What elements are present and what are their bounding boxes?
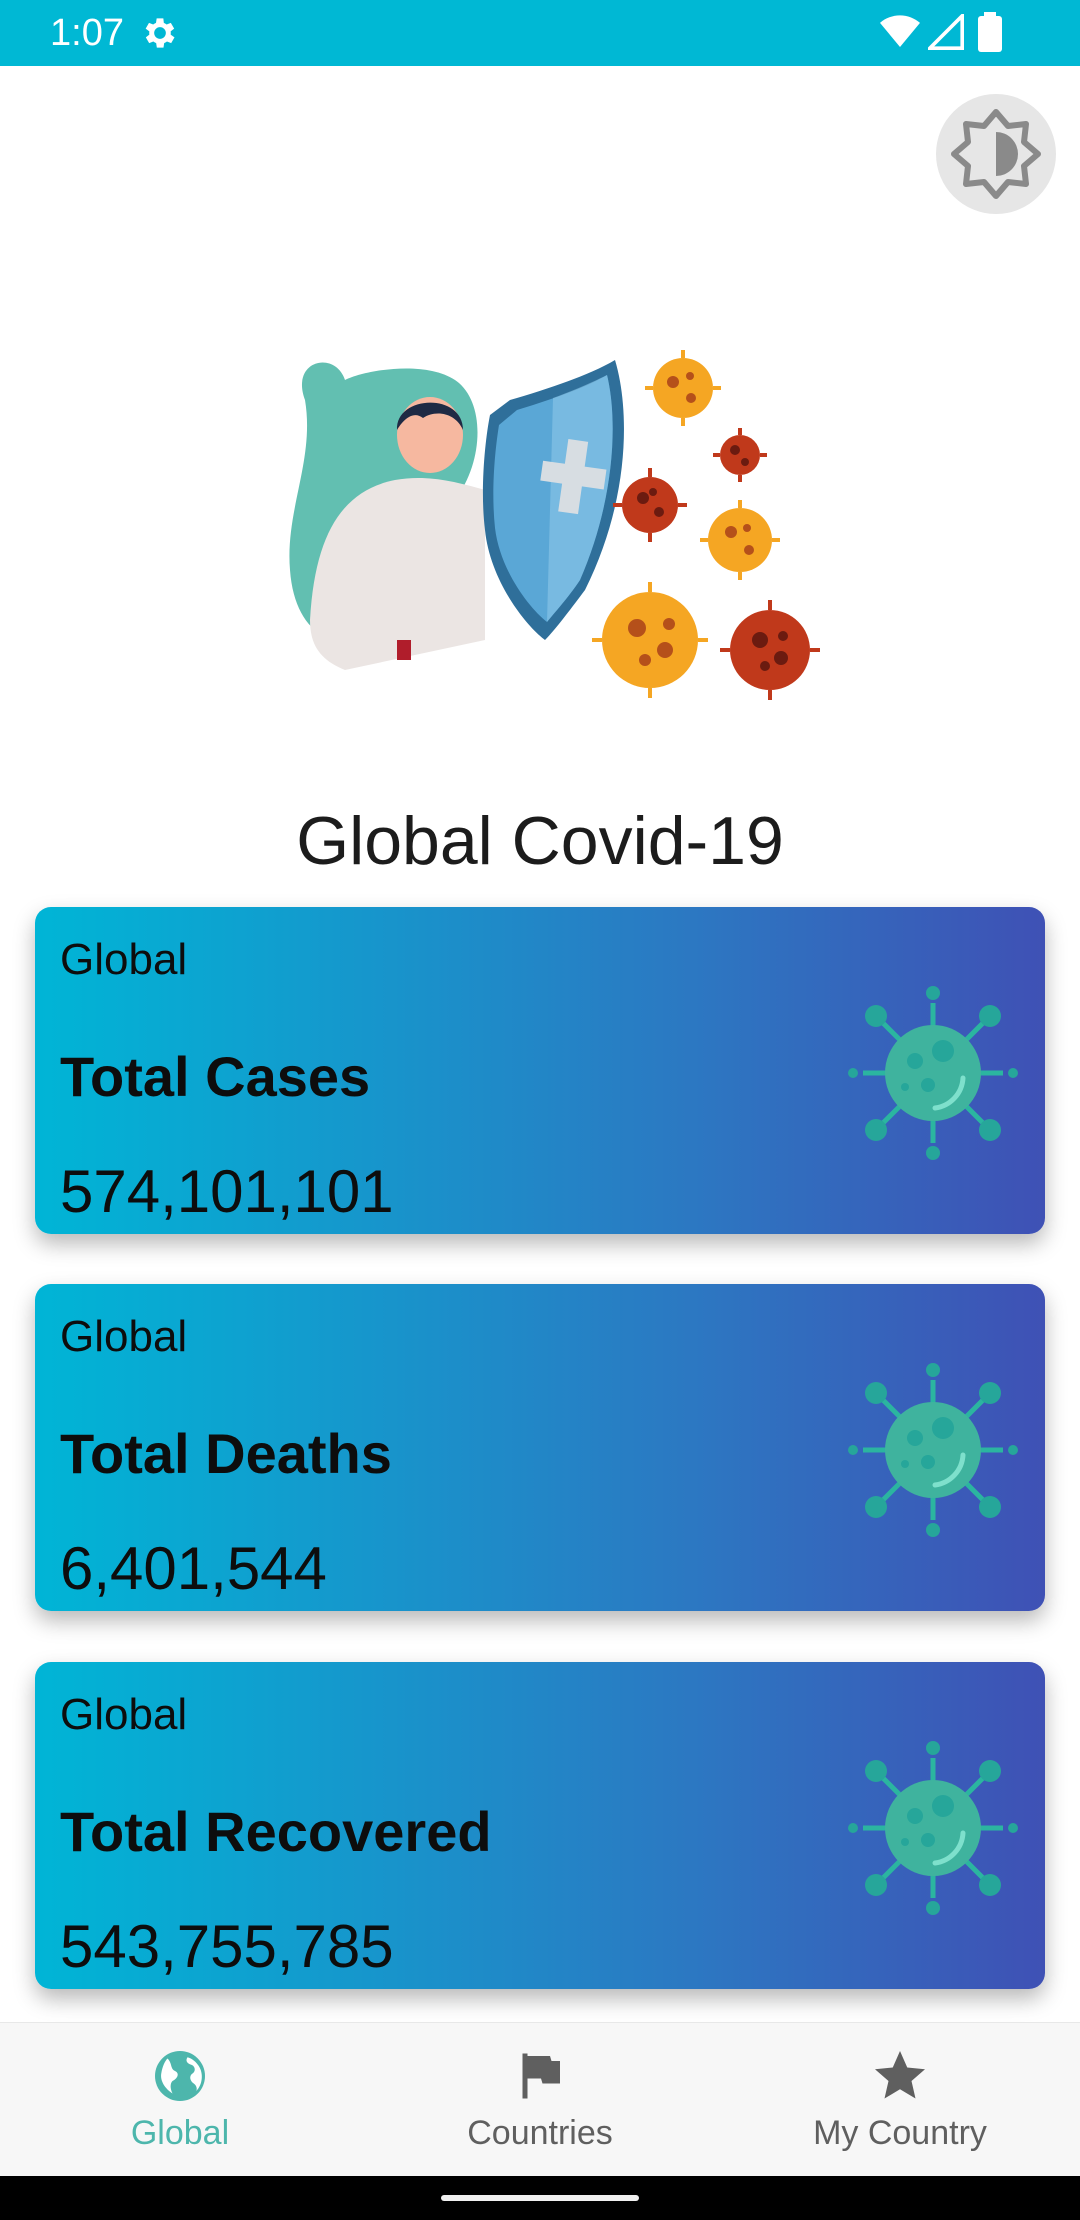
- card-value: 543,755,785: [60, 1913, 394, 1980]
- total-cases-card[interactable]: Global Total Cases 574,101,101: [35, 907, 1045, 1234]
- nav-item-my-country[interactable]: My Country: [720, 2023, 1080, 2177]
- card-region: Global: [60, 1312, 188, 1361]
- flag-icon: [522, 2053, 560, 2099]
- wifi-icon: [880, 15, 920, 48]
- virus-icon: [848, 986, 1018, 1160]
- star-icon: [875, 2051, 925, 2099]
- settings-icon: [145, 18, 175, 48]
- brightness-icon: [951, 109, 1041, 199]
- status-bar: 1:07: [0, 0, 1080, 66]
- status-time: 1:07: [50, 12, 124, 54]
- battery-icon: [978, 12, 1002, 52]
- system-navigation-bar: [0, 2176, 1080, 2220]
- virus-icon: [848, 1363, 1018, 1537]
- theme-toggle-button[interactable]: [936, 94, 1056, 214]
- page-title: Global Covid-19: [296, 803, 784, 879]
- globe-icon: [155, 2051, 205, 2101]
- card-label: Total Recovered: [60, 1800, 492, 1863]
- home-indicator[interactable]: [441, 2195, 639, 2201]
- card-value: 574,101,101: [60, 1158, 394, 1225]
- hero-illustration: [289, 350, 820, 700]
- nav-item-global[interactable]: Global: [0, 2023, 360, 2177]
- nav-label: My Country: [813, 2114, 987, 2152]
- nav-label: Global: [130, 2114, 230, 2152]
- bottom-navigation: Global Countries My Country: [0, 2022, 1080, 2176]
- nav-label: Countries: [467, 2114, 613, 2152]
- card-region: Global: [60, 935, 188, 984]
- signal-icon: [928, 14, 964, 50]
- card-value: 6,401,544: [60, 1535, 327, 1602]
- card-label: Total Cases: [60, 1045, 371, 1108]
- card-label: Total Deaths: [60, 1422, 392, 1485]
- total-deaths-card[interactable]: Global Total Deaths 6,401,544: [35, 1284, 1045, 1611]
- virus-icon: [848, 1741, 1018, 1915]
- total-recovered-card[interactable]: Global Total Recovered 543,755,785: [35, 1662, 1045, 1989]
- card-region: Global: [60, 1690, 188, 1739]
- nav-item-countries[interactable]: Countries: [360, 2023, 720, 2177]
